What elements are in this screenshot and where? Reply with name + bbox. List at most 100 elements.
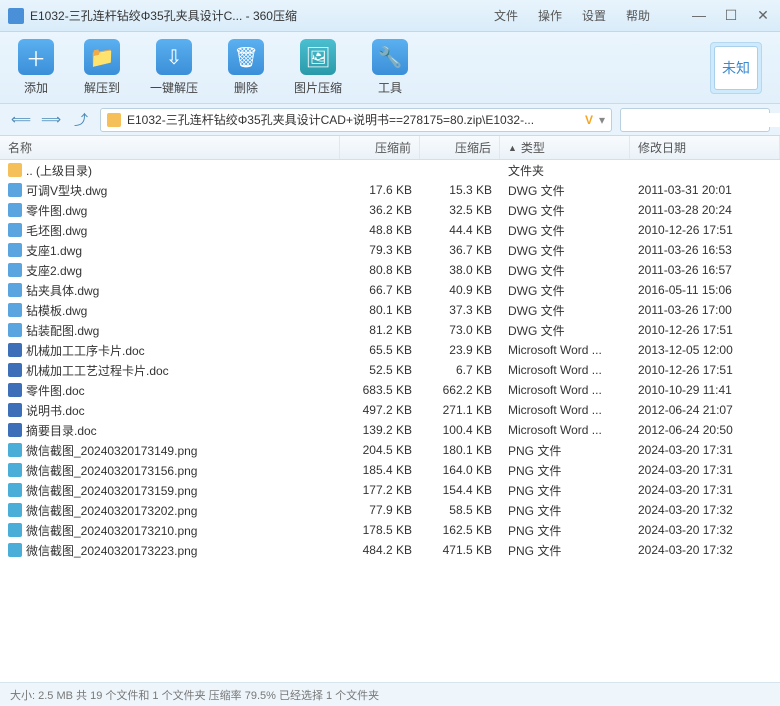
filetype-badge[interactable]: 未知 xyxy=(710,42,762,94)
back-button[interactable]: ⟸ xyxy=(10,109,32,131)
cell-after: 38.0 KB xyxy=(420,263,500,277)
cell-type: DWG 文件 xyxy=(500,322,630,339)
header-date[interactable]: 修改日期 xyxy=(630,136,780,159)
cell-name: 支座1.dwg xyxy=(0,242,340,259)
delete-icon: 🗑 xyxy=(228,39,264,75)
up-button[interactable]: ⤴ xyxy=(70,109,92,131)
cell-type: DWG 文件 xyxy=(500,202,630,219)
file-row[interactable]: 钻模板.dwg80.1 KB37.3 KBDWG 文件2011-03-26 17… xyxy=(0,300,780,320)
file-row[interactable]: 微信截图_20240320173156.png185.4 KB164.0 KBP… xyxy=(0,460,780,480)
cell-name: 零件图.dwg xyxy=(0,202,340,219)
cell-type: DWG 文件 xyxy=(500,242,630,259)
file-row[interactable]: 微信截图_20240320173202.png77.9 KB58.5 KBPNG… xyxy=(0,500,780,520)
cell-name: 机械加工工序卡片.doc xyxy=(0,342,340,359)
file-row[interactable]: 零件图.doc683.5 KB662.2 KBMicrosoft Word ..… xyxy=(0,380,780,400)
cell-before: 80.1 KB xyxy=(340,303,420,317)
cell-name: 摘要目录.doc xyxy=(0,422,340,439)
cell-after: 662.2 KB xyxy=(420,383,500,397)
cell-date: 2011-03-26 16:57 xyxy=(630,263,780,277)
file-row[interactable]: .. (上级目录)文件夹 xyxy=(0,160,780,180)
cell-date: 2012-06-24 21:07 xyxy=(630,403,780,417)
menu-settings[interactable]: 设置 xyxy=(582,7,606,24)
cell-after: 44.4 KB xyxy=(420,223,500,237)
forward-button[interactable]: ⟹ xyxy=(40,109,62,131)
file-icon xyxy=(8,163,22,177)
file-icon xyxy=(8,263,22,277)
file-name: 微信截图_20240320173149.png xyxy=(26,442,197,459)
menu-operate[interactable]: 操作 xyxy=(538,7,562,24)
path-box[interactable]: E1032-三孔连杆钻绞Φ35孔夹具设计CAD+说明书==278175=80.z… xyxy=(100,108,612,132)
tools-button[interactable]: 🔧 工具 xyxy=(372,39,408,96)
cell-date: 2024-03-20 17:32 xyxy=(630,503,780,517)
cell-before: 497.2 KB xyxy=(340,403,420,417)
header-after[interactable]: 压缩后 xyxy=(420,136,500,159)
toolbar: ＋ 添加 📁 解压到 ⇩ 一键解压 🗑 删除 🖼 图片压缩 🔧 工具 未知 xyxy=(0,32,780,104)
cell-after: 40.9 KB xyxy=(420,283,500,297)
menu-help[interactable]: 帮助 xyxy=(626,7,650,24)
cell-name: 微信截图_20240320173156.png xyxy=(0,462,340,479)
file-row[interactable]: 说明书.doc497.2 KB271.1 KBMicrosoft Word ..… xyxy=(0,400,780,420)
file-row[interactable]: 微信截图_20240320173223.png484.2 KB471.5 KBP… xyxy=(0,540,780,560)
file-row[interactable]: 微信截图_20240320173149.png204.5 KB180.1 KBP… xyxy=(0,440,780,460)
path-dropdown-icon[interactable]: ▾ xyxy=(599,113,605,127)
imgcompress-label: 图片压缩 xyxy=(294,79,342,96)
cell-type: PNG 文件 xyxy=(500,542,630,559)
close-icon[interactable]: ✕ xyxy=(754,7,772,24)
cell-date: 2012-06-24 20:50 xyxy=(630,423,780,437)
cell-before: 484.2 KB xyxy=(340,543,420,557)
oneclick-button[interactable]: ⇩ 一键解压 xyxy=(150,39,198,96)
imgcompress-button[interactable]: 🖼 图片压缩 xyxy=(294,39,342,96)
file-row[interactable]: 钻夹具体.dwg66.7 KB40.9 KBDWG 文件2016-05-11 1… xyxy=(0,280,780,300)
cell-type: DWG 文件 xyxy=(500,182,630,199)
window-title: E1032-三孔连杆钻绞Φ35孔夹具设计C... - 360压缩 xyxy=(30,7,297,24)
file-row[interactable]: 支座1.dwg79.3 KB36.7 KBDWG 文件2011-03-26 16… xyxy=(0,240,780,260)
cell-after: 32.5 KB xyxy=(420,203,500,217)
delete-button[interactable]: 🗑 删除 xyxy=(228,39,264,96)
header-before[interactable]: 压缩前 xyxy=(340,136,420,159)
extract-icon: 📁 xyxy=(84,39,120,75)
status-text: 大小: 2.5 MB 共 19 个文件和 1 个文件夹 压缩率 79.5% 已经… xyxy=(10,687,379,703)
file-name: 微信截图_20240320173156.png xyxy=(26,462,197,479)
cell-before: 77.9 KB xyxy=(340,503,420,517)
cell-before: 204.5 KB xyxy=(340,443,420,457)
file-row[interactable]: 摘要目录.doc139.2 KB100.4 KBMicrosoft Word .… xyxy=(0,420,780,440)
menu-file[interactable]: 文件 xyxy=(494,7,518,24)
file-name: 毛坯图.dwg xyxy=(26,222,87,239)
maximize-icon[interactable]: ☐ xyxy=(722,7,740,24)
add-button[interactable]: ＋ 添加 xyxy=(18,39,54,96)
cell-type: Microsoft Word ... xyxy=(500,423,630,437)
file-name: 可调V型块.dwg xyxy=(26,182,107,199)
search-input[interactable] xyxy=(627,113,780,127)
file-icon xyxy=(8,383,22,397)
file-name: 钻装配图.dwg xyxy=(26,322,99,339)
file-row[interactable]: 微信截图_20240320173210.png178.5 KB162.5 KBP… xyxy=(0,520,780,540)
cell-name: 可调V型块.dwg xyxy=(0,182,340,199)
main-menu: 文件 操作 设置 帮助 xyxy=(494,7,650,24)
cell-before: 185.4 KB xyxy=(340,463,420,477)
titlebar: E1032-三孔连杆钻绞Φ35孔夹具设计C... - 360压缩 文件 操作 设… xyxy=(0,0,780,32)
file-row[interactable]: 可调V型块.dwg17.6 KB15.3 KBDWG 文件2011-03-31 … xyxy=(0,180,780,200)
header-name[interactable]: 名称 xyxy=(0,136,340,159)
cell-type: 文件夹 xyxy=(500,162,630,179)
extract-label: 解压到 xyxy=(84,79,120,96)
cell-after: 36.7 KB xyxy=(420,243,500,257)
header-type[interactable]: ▲类型 xyxy=(500,136,630,159)
file-row[interactable]: 支座2.dwg80.8 KB38.0 KBDWG 文件2011-03-26 16… xyxy=(0,260,780,280)
file-name: 说明书.doc xyxy=(26,402,85,419)
file-row[interactable]: 毛坯图.dwg48.8 KB44.4 KBDWG 文件2010-12-26 17… xyxy=(0,220,780,240)
search-box[interactable]: 🔍 xyxy=(620,108,770,132)
cell-name: 钻模板.dwg xyxy=(0,302,340,319)
extract-button[interactable]: 📁 解压到 xyxy=(84,39,120,96)
file-icon xyxy=(8,343,22,357)
file-icon xyxy=(8,183,22,197)
file-row[interactable]: 机械加工工序卡片.doc65.5 KB23.9 KBMicrosoft Word… xyxy=(0,340,780,360)
file-row[interactable]: 钻装配图.dwg81.2 KB73.0 KBDWG 文件2010-12-26 1… xyxy=(0,320,780,340)
imgcompress-icon: 🖼 xyxy=(300,39,336,75)
cell-before: 177.2 KB xyxy=(340,483,420,497)
file-row[interactable]: 机械加工工艺过程卡片.doc52.5 KB6.7 KBMicrosoft Wor… xyxy=(0,360,780,380)
cell-type: DWG 文件 xyxy=(500,302,630,319)
cell-before: 66.7 KB xyxy=(340,283,420,297)
file-row[interactable]: 零件图.dwg36.2 KB32.5 KBDWG 文件2011-03-28 20… xyxy=(0,200,780,220)
minimize-icon[interactable]: — xyxy=(690,7,708,24)
file-row[interactable]: 微信截图_20240320173159.png177.2 KB154.4 KBP… xyxy=(0,480,780,500)
